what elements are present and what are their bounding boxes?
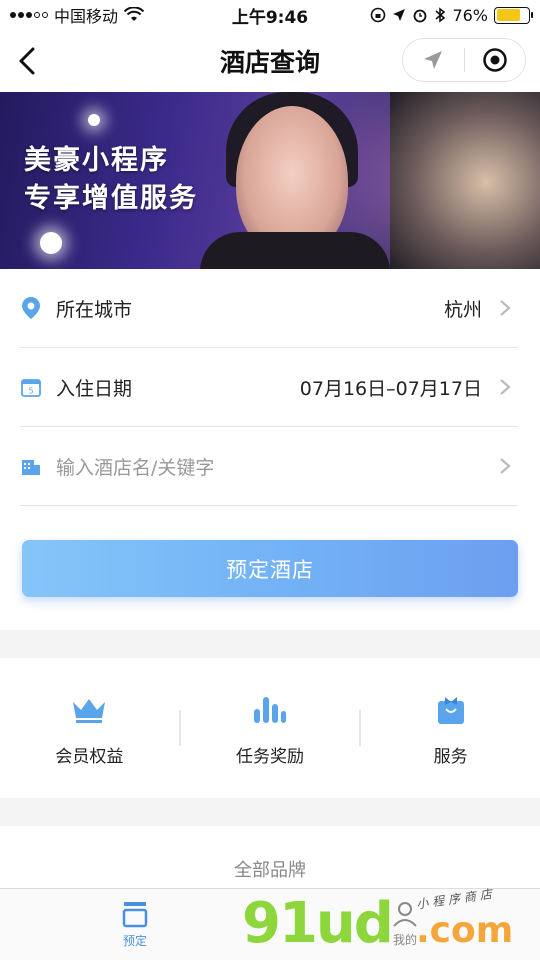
- signal-dots-icon: [10, 12, 48, 18]
- status-bar: 中国移动 上午9:46 76%: [0, 0, 540, 30]
- tab-booking[interactable]: 预定: [0, 889, 270, 960]
- back-button[interactable]: [12, 44, 42, 78]
- service-link[interactable]: 服务: [361, 658, 540, 798]
- calendar-icon: 5: [20, 376, 42, 398]
- location-button[interactable]: [403, 39, 464, 81]
- all-brands-heading: 全部品牌: [234, 860, 306, 881]
- location-pin-icon: [20, 297, 42, 319]
- section-divider: [0, 798, 540, 826]
- svg-text:5: 5: [28, 387, 33, 396]
- task-rewards-link[interactable]: 任务奖励: [181, 658, 360, 798]
- date-row[interactable]: 5 入住日期 07月16日–07月17日: [20, 348, 518, 427]
- keyword-input[interactable]: 输入酒店名/关键字: [56, 453, 214, 480]
- lock-rotation-icon: [371, 7, 386, 23]
- chevron-left-icon: [19, 47, 35, 75]
- location-arrow-icon: [424, 51, 443, 69]
- nav-bar: 酒店查询: [0, 30, 540, 92]
- bar-chart-icon: [250, 690, 290, 730]
- tab-profile[interactable]: 我的: [270, 889, 540, 960]
- battery-percent: 76%: [452, 5, 488, 25]
- close-mini-program-button[interactable]: [465, 39, 526, 81]
- target-circle-icon: [483, 48, 507, 72]
- chevron-right-icon: [496, 378, 514, 396]
- carrier-name: 中国移动: [54, 7, 119, 26]
- keyword-row[interactable]: 输入酒店名/关键字: [20, 427, 518, 506]
- alarm-icon: [414, 9, 427, 23]
- building-icon: [20, 455, 42, 477]
- profile-tab-icon: [393, 902, 417, 927]
- city-label: 所在城市: [56, 298, 133, 321]
- promo-banner[interactable]: 美豪小程序 专享增值服务: [0, 92, 540, 269]
- page-title: 酒店查询: [219, 48, 320, 77]
- date-label: 入住日期: [56, 377, 133, 400]
- date-value: 07月16日–07月17日: [299, 377, 482, 400]
- member-benefits-link[interactable]: 会员权益: [0, 658, 179, 798]
- bluetooth-icon: [435, 7, 446, 23]
- mini-program-capsule: [402, 38, 526, 82]
- book-hotel-button[interactable]: 预定酒店: [22, 540, 518, 597]
- location-arrow-icon: [393, 9, 406, 21]
- city-value: 杭州: [443, 298, 482, 321]
- wifi-icon: [124, 7, 145, 21]
- quick-links: 会员权益 任务奖励 服务: [0, 658, 540, 798]
- chevron-right-icon: [496, 299, 514, 317]
- banner-slogan: 美豪小程序 专享增值服务: [24, 145, 198, 214]
- chevron-right-icon: [496, 457, 514, 475]
- service-bowtie-icon: [431, 690, 471, 730]
- section-divider: [0, 630, 540, 658]
- city-row[interactable]: 所在城市 杭州: [20, 269, 518, 348]
- crown-icon: [69, 690, 109, 730]
- battery-icon: [494, 6, 533, 24]
- tab-bar: 预定 我的: [0, 888, 540, 960]
- booking-tab-icon: [122, 902, 148, 928]
